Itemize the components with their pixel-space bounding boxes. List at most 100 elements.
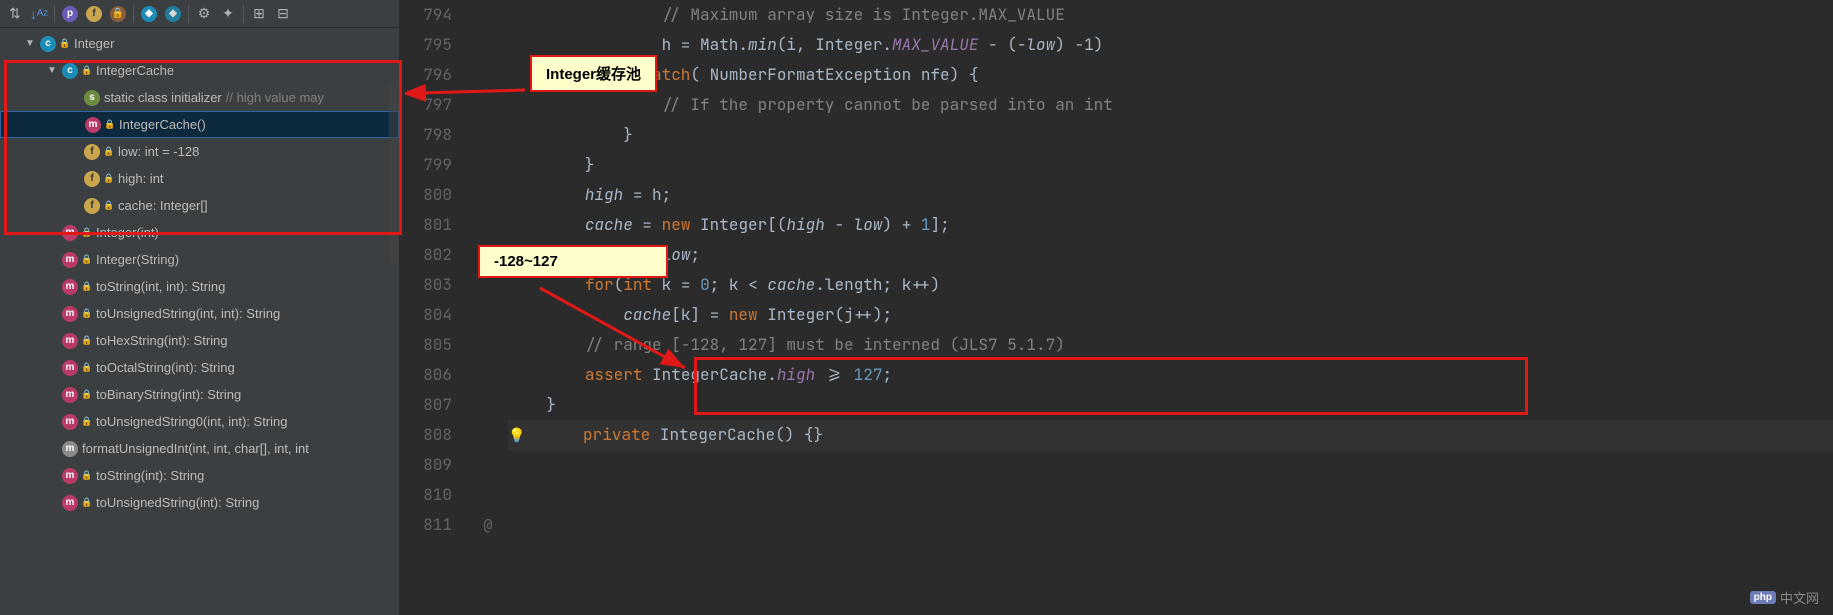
node-suffix: // high value may [226,90,324,105]
line-number: 796 [400,60,452,90]
show-nonpublic-icon[interactable]: 🔒 [107,3,129,25]
lock-icon: 🔒 [82,309,92,319]
caret-icon [68,146,80,158]
tree-item[interactable]: m🔒toUnsignedString0(int, int): String [0,408,399,435]
node-type-icon: m [85,117,101,133]
tree-item[interactable]: f 🔒 high: int [0,165,399,192]
structure-toolbar: ⇅ ↓ᴬᶻ p f 🔒 ◆ ◆ ⚙ ✦ ⊞ ⊟ [0,0,399,28]
code-line[interactable]: high = h; [508,180,1833,210]
tree-item[interactable]: f 🔒 cache: Integer[] [0,192,399,219]
caret-icon [46,362,58,374]
expand-icon[interactable]: ⊞ [248,3,270,25]
code-line[interactable]: cache = new Integer[(high - low) + 1]; [508,210,1833,240]
line-number: 808 [400,420,452,450]
lock-icon: 🔒 [82,282,92,292]
tree-item[interactable]: m 🔒 IntegerCache() [0,111,399,138]
code-line[interactable]: 💡 private IntegerCache() {} [508,420,1833,451]
callout-range: -128~127 [478,245,668,278]
code-line[interactable]: int j = low; [508,240,1833,270]
node-type-icon: f [84,144,100,160]
sort-az-icon[interactable]: ↓ᴬᶻ [28,3,50,25]
line-number: 799 [400,150,452,180]
node-label: static class initializer [104,90,222,105]
code-editor[interactable]: 7947957967977987998008018028038048058068… [400,0,1833,615]
line-number: 807 [400,390,452,420]
tree-item[interactable]: m🔒toBinaryString(int): String [0,381,399,408]
node-label: low: int = -128 [118,144,199,159]
tree-item[interactable]: m🔒toString(int, int): String [0,273,399,300]
line-number: 811 [400,510,452,540]
watermark-text: 中文网 [1780,588,1819,607]
node-type-icon: m [62,306,78,322]
lock-icon: 🔒 [104,201,114,211]
line-number: 803 [400,270,452,300]
lock-icon: 🔒 [105,120,115,130]
caret-icon [46,227,58,239]
node-type-icon: m [62,360,78,376]
tree-item[interactable]: s static class initializer // high value … [0,84,399,111]
code-area[interactable]: // Maximum array size is Integer.MAX_VAL… [508,0,1833,615]
structure-tree[interactable]: ▼c🔒Integer▼c🔒IntegerCache s static class i… [0,28,399,615]
caret-icon [46,389,58,401]
code-line[interactable]: cache[k] = new Integer(j++); [508,300,1833,330]
caret-icon[interactable]: ▼ [24,38,36,50]
node-label: IntegerCache() [119,117,206,132]
tree-item[interactable]: m🔒toOctalString(int): String [0,354,399,381]
node-label: Integer(String) [96,252,179,267]
code-line[interactable]: h = Math.min(i, Integer.MAX_VALUE - (-lo… [508,30,1833,60]
line-number: 801 [400,210,452,240]
code-line[interactable]: } [508,390,1833,420]
caret-icon [46,443,58,455]
lock-icon: 🔒 [82,255,92,265]
gear-icon[interactable]: ⚙ [193,3,215,25]
scrollbar[interactable] [389,84,399,264]
lock-icon: 🔒 [104,174,114,184]
line-number: 806 [400,360,452,390]
watermark: php 中文网 [1750,588,1819,607]
tree-item[interactable]: m🔒toUnsignedString(int): String [0,489,399,516]
show-properties-icon[interactable]: p [59,3,81,25]
tree-item[interactable]: ▼c🔒Integer [0,30,399,57]
code-line[interactable]: // If the property cannot be parsed into… [508,90,1833,120]
caret-icon[interactable]: ▼ [46,65,58,77]
at-icon: @ [483,510,492,540]
code-line[interactable]: } [508,150,1833,180]
node-type-icon: f [84,171,100,187]
caret-icon [46,335,58,347]
line-number: 795 [400,30,452,60]
tree-item[interactable]: ▼c🔒IntegerCache [0,57,399,84]
bulb-icon[interactable]: 💡 [508,427,525,445]
tree-item[interactable]: m🔒Integer(String) [0,246,399,273]
diamond-icon[interactable]: ◆ [138,3,160,25]
node-label: Integer(int) [96,225,159,240]
node-type-icon: m [62,468,78,484]
code-line[interactable]: assert IntegerCache.high >= 127; [508,360,1833,390]
node-label: cache: Integer[] [118,198,208,213]
code-line[interactable]: // Maximum array size is Integer.MAX_VAL… [508,0,1833,30]
star-icon[interactable]: ✦ [217,3,239,25]
tree-item[interactable]: m🔒toString(int): String [0,462,399,489]
show-fields-icon[interactable]: f [83,3,105,25]
php-badge: php [1750,591,1776,604]
caret-icon [46,416,58,428]
tree-item[interactable]: m🔒Integer(int) [0,219,399,246]
code-line[interactable]: } catch( NumberFormatException nfe) { [508,60,1833,90]
node-label: toBinaryString(int): String [96,387,241,402]
node-type-icon: s [84,90,100,106]
node-label: high: int [118,171,164,186]
tree-item[interactable]: mformatUnsignedInt(int, int, char[], int… [0,435,399,462]
gutter-icons: @ [468,0,508,615]
tree-item[interactable]: m🔒toHexString(int): String [0,327,399,354]
code-line[interactable]: } [508,120,1833,150]
tree-item[interactable]: m🔒toUnsignedString(int, int): String [0,300,399,327]
collapse-icon[interactable]: ⊟ [272,3,294,25]
caret-icon [46,470,58,482]
node-label: toString(int): String [96,468,204,483]
diamond2-icon[interactable]: ◆ [162,3,184,25]
node-type-icon: f [84,198,100,214]
tree-item[interactable]: f🔒low: int = -128 [0,138,399,165]
code-line[interactable]: for(int k = 0; k < cache.length; k++) [508,270,1833,300]
code-line[interactable]: // range [-128, 127] must be interned (J… [508,330,1833,360]
caret-icon [68,173,80,185]
sort-icon[interactable]: ⇅ [4,3,26,25]
